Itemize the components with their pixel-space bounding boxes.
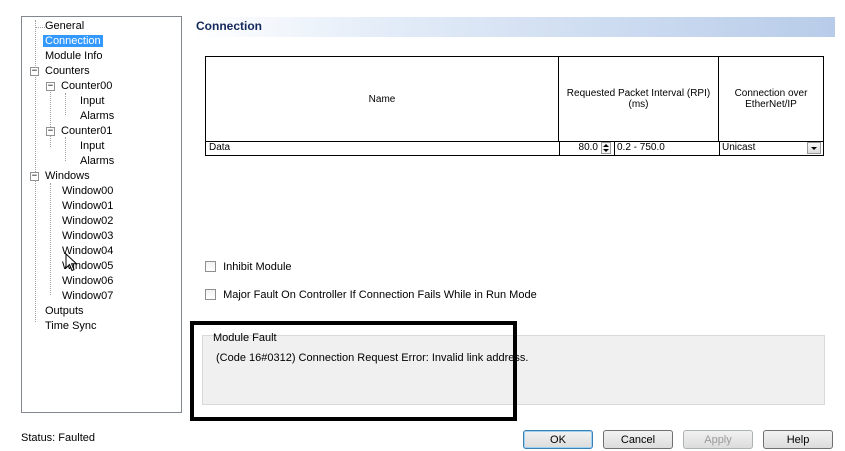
ok-button[interactable]: OK	[523, 430, 593, 449]
tree-item-counter01-alarms[interactable]: Alarms	[65, 154, 116, 169]
tree-item-label: Input	[80, 95, 105, 107]
rpi-spinner[interactable]	[601, 142, 611, 154]
tree-item-label: Counter01	[61, 125, 113, 137]
row-name: Data	[209, 142, 231, 153]
tree-item-label: Module Info	[45, 50, 103, 62]
tree-item-label: Windows	[45, 170, 90, 182]
major-fault-checkbox[interactable]	[205, 289, 216, 300]
apply-button[interactable]: Apply	[683, 430, 753, 449]
major-fault-label: Major Fault On Controller If Connection …	[223, 289, 537, 301]
tree-item-label: Connection	[43, 35, 103, 47]
cell-divider	[559, 141, 560, 155]
status-text: Status: Faulted	[21, 432, 95, 444]
tree-item-counter01[interactable]: − Counter01	[42, 124, 114, 139]
tree-view[interactable]: General Connection Module Info − Counter…	[21, 16, 182, 413]
column-header-rpi: Requested Packet Interval (RPI) (ms)	[559, 57, 719, 141]
cancel-button[interactable]: Cancel	[603, 430, 673, 449]
tree-item-time-sync[interactable]: Time Sync	[30, 319, 99, 334]
connection-type-select[interactable]: Unicast	[722, 141, 755, 155]
connection-dropdown-button[interactable]	[807, 142, 821, 154]
tree-item-label: Window00	[62, 185, 114, 197]
collapse-icon[interactable]: −	[46, 82, 55, 91]
cell-divider	[719, 141, 720, 155]
tree-item-window01[interactable]: Window01	[50, 199, 115, 214]
collapse-icon[interactable]: −	[46, 127, 55, 136]
tree-item-outputs[interactable]: Outputs	[30, 304, 86, 319]
tree-item-label: Alarms	[80, 155, 115, 167]
inhibit-module-option[interactable]: Inhibit Module	[205, 260, 292, 274]
tree-item-counter01-input[interactable]: Input	[65, 139, 106, 154]
tree-item-label: Counter00	[61, 80, 113, 92]
rpi-range: 0.2 - 750.0	[617, 142, 665, 153]
help-button[interactable]: Help	[763, 430, 833, 449]
tree-item-label: Alarms	[80, 110, 115, 122]
cell-divider	[614, 141, 615, 155]
tree-item-window04[interactable]: Window04	[50, 244, 115, 259]
tree-item-window05[interactable]: Window05	[50, 259, 115, 274]
tree-item-connection[interactable]: Connection	[30, 34, 103, 49]
tree-item-counters[interactable]: − Counters	[26, 64, 92, 79]
tree-item-counter00[interactable]: − Counter00	[42, 79, 114, 94]
tree-item-counter00-alarms[interactable]: Alarms	[65, 109, 116, 124]
tree-item-window06[interactable]: Window06	[50, 274, 115, 289]
tree-item-label: General	[45, 20, 85, 32]
module-fault-title: Module Fault	[213, 332, 277, 344]
inhibit-module-checkbox[interactable]	[205, 261, 216, 272]
tree-item-module-info[interactable]: Module Info	[30, 49, 104, 64]
tree-item-window02[interactable]: Window02	[50, 214, 115, 229]
tree-item-label: Window03	[62, 230, 114, 242]
table-row[interactable]: Data 80.0 0.2 - 750.0 Unicast	[205, 141, 824, 156]
tree-item-label: Outputs	[45, 305, 84, 317]
tree-item-label: Time Sync	[45, 320, 97, 332]
tree-item-label: Window02	[62, 215, 114, 227]
major-fault-option[interactable]: Major Fault On Controller If Connection …	[205, 288, 537, 302]
tree-item-label: Window06	[62, 275, 114, 287]
column-header-name: Name	[206, 57, 559, 141]
tree-item-windows[interactable]: − Windows	[26, 169, 92, 184]
page-title: Connection	[193, 17, 835, 37]
collapse-icon[interactable]: −	[30, 172, 39, 181]
rpi-value-input[interactable]: 80.0	[562, 141, 598, 155]
inhibit-module-label: Inhibit Module	[223, 261, 292, 273]
tree-item-label: Input	[80, 140, 105, 152]
chevron-down-icon	[811, 147, 817, 150]
tree-item-label: Counters	[45, 65, 90, 77]
tree-item-window00[interactable]: Window00	[50, 184, 115, 199]
column-header-connection: Connection over EtherNet/IP	[734, 88, 808, 110]
module-fault-group: Module Fault (Code 16#0312) Connection R…	[202, 332, 825, 405]
module-fault-message: (Code 16#0312) Connection Request Error:…	[216, 352, 529, 364]
tree-item-counter00-input[interactable]: Input	[65, 94, 106, 109]
tree-item-window07[interactable]: Window07	[50, 289, 115, 304]
spinner-arrows-icon	[603, 144, 609, 152]
collapse-icon[interactable]: −	[30, 67, 39, 76]
tree-item-label: Window07	[62, 290, 114, 302]
mouse-cursor-icon	[65, 253, 78, 272]
grid-header: Name Requested Packet Interval (RPI) (ms…	[205, 56, 824, 142]
tree-item-window03[interactable]: Window03	[50, 229, 115, 244]
tree-item-label: Window01	[62, 200, 114, 212]
tree-item-general[interactable]: General	[30, 19, 86, 34]
